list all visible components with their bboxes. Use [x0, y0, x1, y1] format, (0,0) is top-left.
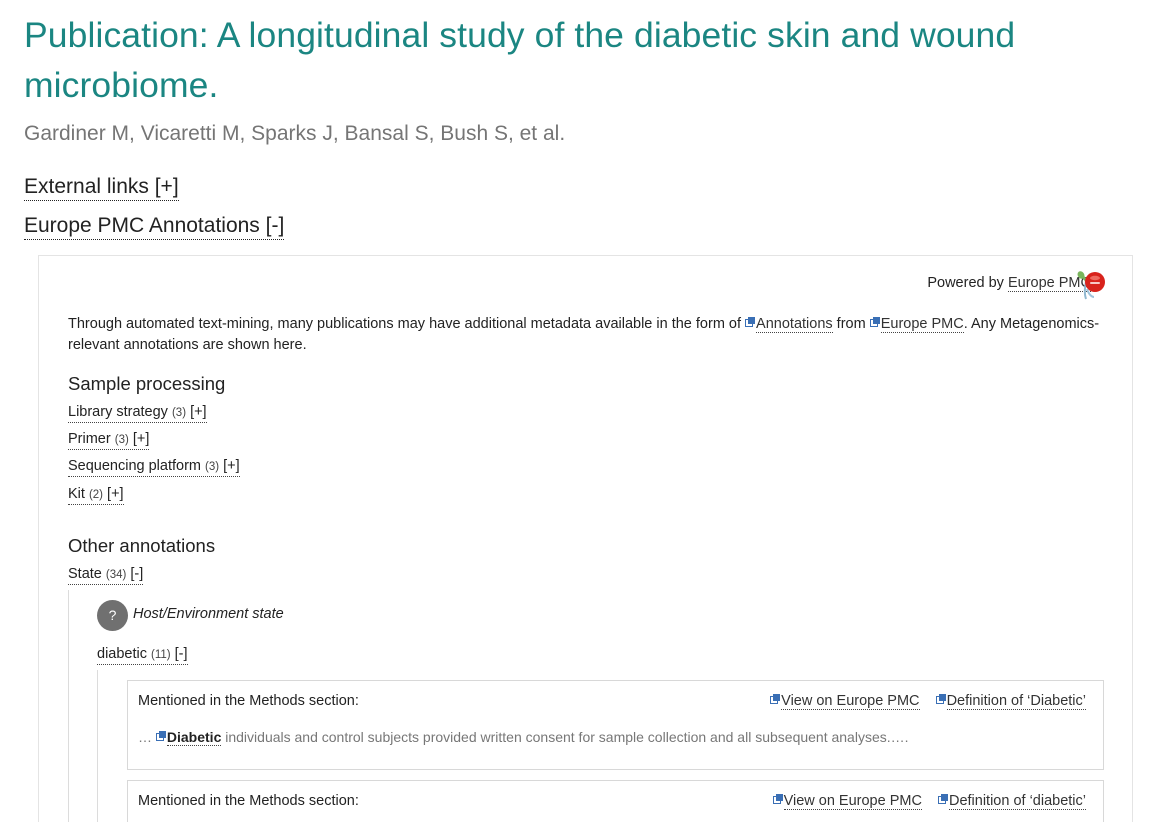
intro-text-1: Through automated text-mining, many publ… [68, 316, 746, 332]
mention-card: Mentioned in the Methods section: View o… [127, 780, 1104, 822]
annotation-term-diabetic[interactable]: diabetic (11) [-] [97, 645, 188, 665]
annotation-state[interactable]: State (34) [-] [68, 565, 144, 585]
collapse-toggle: [-] [130, 566, 144, 582]
annotation-label: Library strategy [68, 404, 168, 420]
state-tree-line [68, 590, 69, 822]
intro-text-2: from [832, 316, 870, 332]
mention-heading: Mentioned in the Methods section: [138, 693, 359, 709]
mention-links: View on Europe PMC Definition of ‘Diabet… [770, 692, 1086, 710]
collapse-toggle: [-] [174, 646, 188, 662]
annotation-count: (3) [205, 461, 220, 473]
annotation-sequencing-platform[interactable]: Sequencing platform (3) [+] [68, 457, 240, 477]
sample-processing-heading: Sample processing [68, 373, 226, 394]
expand-toggle: [+] [107, 486, 124, 502]
external-link-icon [745, 316, 756, 332]
powered-by: Powered by Europe PMC. [927, 274, 1095, 292]
external-links-toggle[interactable]: External links [+] [24, 174, 179, 201]
expand-toggle: [+] [190, 404, 207, 420]
external-link-icon [935, 693, 947, 709]
external-link-icon [869, 316, 881, 332]
annotation-count: (34) [105, 569, 127, 581]
annotation-label: State [68, 566, 102, 582]
expand-toggle: [+] [223, 458, 240, 474]
mention-links: View on Europe PMC Definition of ‘diabet… [772, 792, 1086, 810]
annotation-label: Primer [68, 431, 111, 447]
mention-card: Mentioned in the Methods section: View o… [127, 680, 1104, 770]
annotation-label: Sequencing platform [68, 458, 201, 474]
annotations-link[interactable]: Annotations [756, 316, 833, 333]
europe-pmc-logo [1077, 271, 1105, 300]
annotation-count: (3) [171, 407, 187, 419]
external-link-icon [937, 793, 949, 809]
external-link-icon [772, 793, 784, 809]
europe-pmc-link[interactable]: Europe PMC [880, 316, 964, 333]
mention-snippet: … Diabetic individuals and control subje… [138, 728, 909, 746]
mention-heading: Mentioned in the Methods section: [138, 793, 359, 809]
powered-by-prefix: Powered by [927, 275, 1008, 291]
snippet-highlight-link[interactable]: Diabetic [166, 729, 222, 746]
help-icon[interactable]: ? [97, 600, 128, 631]
state-type-label: Host/Environment state [133, 606, 284, 622]
external-link-icon [770, 693, 781, 709]
annotation-kit[interactable]: Kit (2) [+] [68, 485, 124, 505]
annotation-primer[interactable]: Primer (3) [+] [68, 430, 150, 450]
publication-authors: Gardiner M, Vicaretti M, Sparks J, Bansa… [24, 122, 566, 145]
annotation-label: diabetic [97, 646, 147, 662]
snippet-prefix: … [138, 729, 156, 745]
expand-toggle: [+] [132, 431, 150, 447]
definition-link[interactable]: Definition of ‘Diabetic’ [946, 693, 1086, 710]
publication-page: Publication: A longitudinal study of the… [0, 0, 1157, 822]
view-on-europe-pmc-link[interactable]: View on Europe PMC [781, 693, 920, 710]
annotation-count: (2) [88, 489, 104, 501]
annotation-library-strategy[interactable]: Library strategy (3) [+] [68, 403, 207, 423]
definition-link[interactable]: Definition of ‘diabetic’ [948, 793, 1086, 810]
annotations-intro: Through automated text-mining, many publ… [68, 314, 1108, 356]
snippet-text: individuals and control subjects provide… [221, 729, 909, 745]
europe-pmc-annotations-toggle[interactable]: Europe PMC Annotations [-] [24, 213, 285, 240]
publication-title: Publication: A longitudinal study of the… [24, 15, 1016, 105]
external-link-icon [155, 729, 167, 745]
annotation-count: (11) [151, 649, 171, 661]
term-tree-line [97, 670, 98, 822]
annotation-count: (3) [114, 434, 129, 446]
annotation-label: Kit [68, 486, 85, 502]
view-on-europe-pmc-link[interactable]: View on Europe PMC [783, 793, 922, 810]
other-annotations-heading: Other annotations [68, 535, 216, 556]
